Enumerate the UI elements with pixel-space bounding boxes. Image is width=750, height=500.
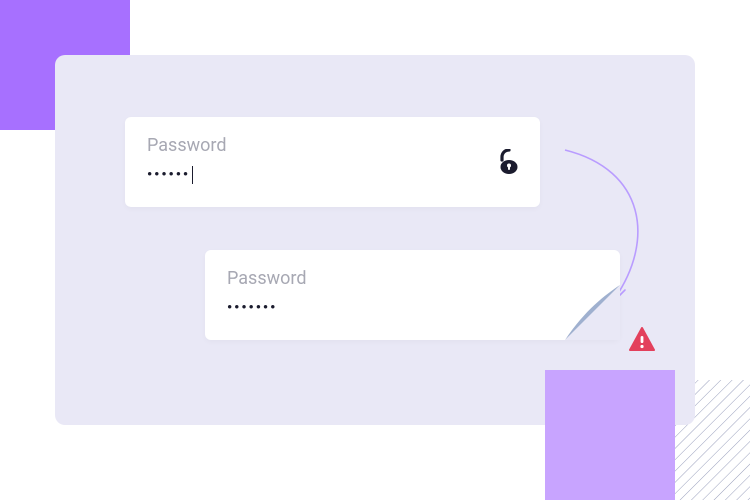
lock-open-icon[interactable] [498, 149, 520, 175]
warning-icon [628, 326, 656, 354]
password-value: ••••••• [227, 299, 598, 317]
password-masked-text: ••••••• [227, 299, 277, 317]
password-label: Password [147, 135, 518, 156]
decorative-square-bottom [545, 370, 675, 500]
password-masked-text: •••••• [147, 166, 190, 184]
password-field-error[interactable]: Password ••••••• [205, 250, 620, 340]
password-label: Password [227, 268, 598, 289]
password-value: •••••• [147, 166, 518, 184]
text-caret [192, 166, 193, 184]
password-field-active[interactable]: Password •••••• [125, 117, 540, 207]
